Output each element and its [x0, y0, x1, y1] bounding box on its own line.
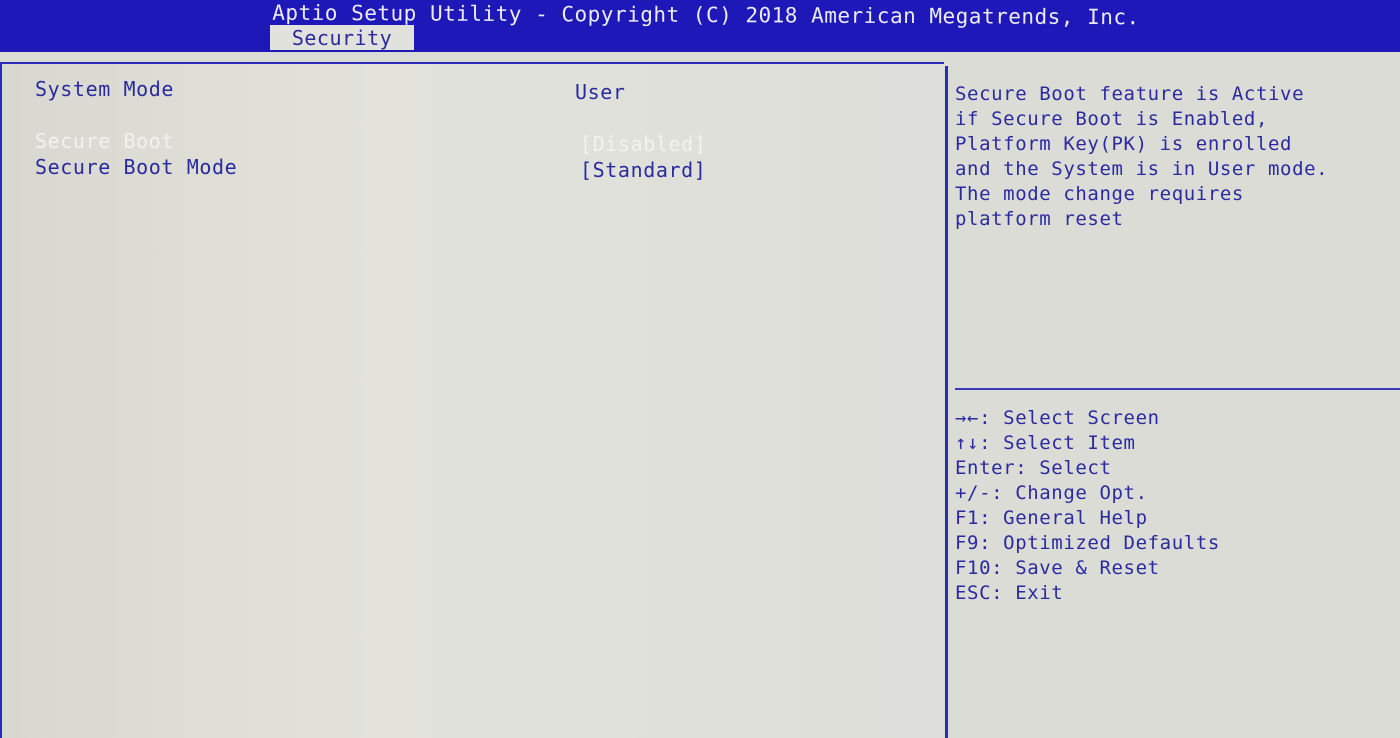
system-mode-value: User	[575, 80, 626, 104]
header-divider	[0, 50, 1400, 52]
key-general-help: F1: General Help	[955, 507, 1148, 529]
key-save-reset: F10: Save & Reset	[955, 557, 1160, 579]
secure-boot-value[interactable]: [Disabled]	[580, 132, 706, 156]
app-title: Aptio Setup Utility - Copyright (C) 2018…	[272, 0, 1140, 30]
key-change-opt: +/-: Change Opt.	[955, 482, 1148, 504]
key-select-screen: →←: Select Screen	[955, 407, 1160, 429]
header-bar: Aptio Setup Utility - Copyright (C) 2018…	[0, 0, 1400, 52]
key-exit: ESC: Exit	[955, 582, 1064, 604]
key-legend: →←: Select Screen ↑↓: Select Item Enter:…	[955, 406, 1395, 606]
key-enter-select: Enter: Select	[955, 457, 1112, 479]
help-line: platform reset	[955, 208, 1124, 230]
help-line: The mode change requires	[955, 183, 1244, 205]
key-select-item: ↑↓: Select Item	[955, 432, 1136, 454]
panel-divider-horizontal	[955, 388, 1400, 390]
secure-boot-mode-label[interactable]: Secure Boot Mode	[35, 155, 237, 179]
help-line: Platform Key(PK) is enrolled	[955, 133, 1293, 155]
help-line: if Secure Boot is Enabled,	[955, 108, 1269, 130]
key-optimized-defaults: F9: Optimized Defaults	[955, 532, 1220, 554]
secure-boot-mode-value[interactable]: [Standard]	[580, 158, 706, 182]
tab-security[interactable]: Security	[270, 25, 414, 52]
help-line: and the System is in User mode.	[955, 158, 1329, 180]
help-line: Secure Boot feature is Active	[955, 83, 1305, 105]
system-mode-label: System Mode	[35, 77, 175, 101]
secure-boot-label[interactable]: Secure Boot	[35, 129, 174, 153]
help-description: Secure Boot feature is Active if Secure …	[955, 82, 1395, 232]
